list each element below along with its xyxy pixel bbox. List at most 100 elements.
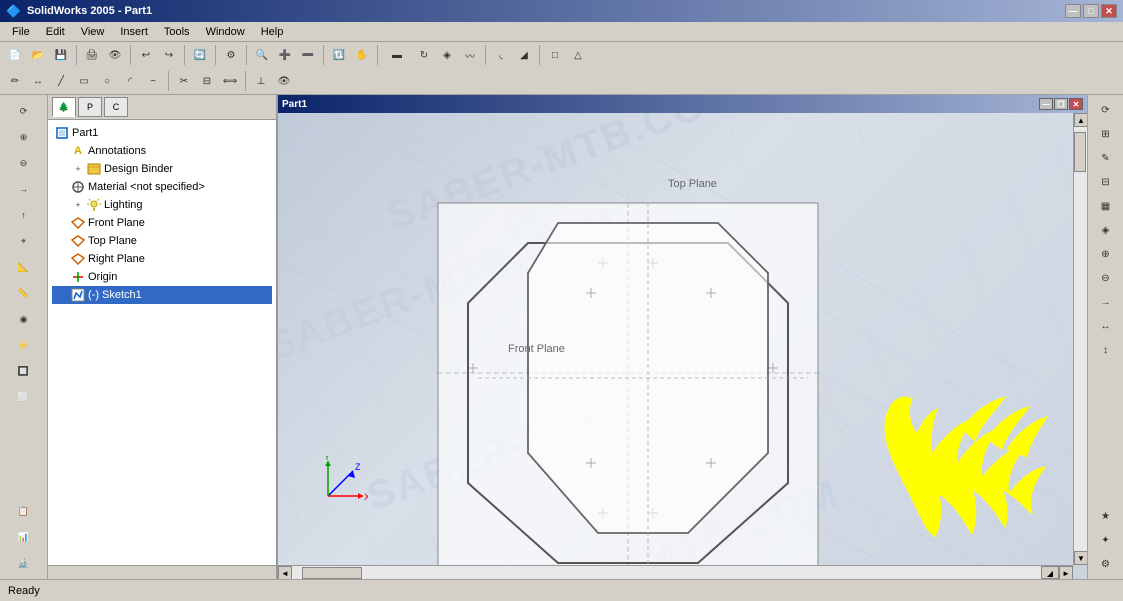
sidebar-btn-4[interactable]: →: [6, 177, 42, 201]
right-tb-2[interactable]: ⊞: [1095, 123, 1117, 145]
right-tb-6[interactable]: ◈: [1095, 219, 1117, 241]
canvas-area[interactable]: SABER-MTB.COM SABER-MTB.COM SABER-MTB.CO…: [278, 113, 1087, 579]
maximize-button[interactable]: □: [1083, 4, 1099, 18]
zoom-fit-button[interactable]: 🔍: [251, 44, 273, 66]
sidebar-btn-13[interactable]: 📋: [6, 499, 42, 523]
sweep-button[interactable]: 〰: [459, 44, 481, 66]
sidebar-btn-9[interactable]: ◉: [6, 307, 42, 331]
tree-item-part1[interactable]: Part1: [52, 124, 272, 142]
doc-minimize-button[interactable]: —: [1039, 98, 1053, 110]
loft-button[interactable]: ◈: [436, 44, 458, 66]
right-tb-12[interactable]: ★: [1095, 505, 1117, 527]
doc-restore-button[interactable]: ❐: [1054, 98, 1068, 110]
sidebar-btn-7[interactable]: 📐: [6, 255, 42, 279]
extrude-button[interactable]: ▬: [382, 44, 412, 66]
sidebar-btn-5[interactable]: ↑: [6, 203, 42, 227]
tab-config-manager[interactable]: C: [104, 97, 128, 117]
tree-item-material[interactable]: Material <not specified>: [52, 178, 272, 196]
rebuild-button[interactable]: 🔄: [189, 44, 211, 66]
scroll-down-button[interactable]: ▼: [1074, 551, 1087, 565]
display-button[interactable]: 👁: [273, 70, 295, 92]
scroll-up-button[interactable]: ▲: [1074, 113, 1087, 127]
scroll-left-button[interactable]: ◄: [278, 566, 292, 579]
tree-item-front-plane[interactable]: Front Plane: [52, 214, 272, 232]
right-tb-3[interactable]: ✎: [1095, 147, 1117, 169]
sidebar-btn-2[interactable]: ⊕: [6, 125, 42, 149]
sep2: [130, 45, 131, 65]
sidebar-btn-14[interactable]: 📊: [6, 525, 42, 549]
zoom-in-button[interactable]: ➕: [274, 44, 296, 66]
sep11: [245, 71, 246, 91]
menu-window[interactable]: Window: [198, 24, 253, 40]
print-button[interactable]: 🖨: [81, 44, 103, 66]
right-tb-7[interactable]: ⊕: [1095, 243, 1117, 265]
tab-feature-manager[interactable]: 🌲: [52, 97, 76, 117]
sidebar-btn-11[interactable]: 🔲: [6, 359, 42, 383]
scroll-thumb-v[interactable]: [1074, 132, 1086, 172]
tree-item-annotations[interactable]: A Annotations: [52, 142, 272, 160]
sidebar-btn-12[interactable]: ⬜: [6, 385, 42, 409]
menu-help[interactable]: Help: [253, 24, 292, 40]
fillet-button[interactable]: ◟: [490, 44, 512, 66]
scrollbar-vertical[interactable]: ▲ ▼: [1073, 113, 1087, 565]
tree-item-sketch1[interactable]: (-) Sketch1: [52, 286, 272, 304]
redo-button[interactable]: ↪: [158, 44, 180, 66]
pan-button[interactable]: ✋: [351, 44, 373, 66]
menu-file[interactable]: File: [4, 24, 38, 40]
right-tb-9[interactable]: →: [1095, 291, 1117, 313]
scroll-right-button[interactable]: ►: [1059, 566, 1073, 579]
arc-button[interactable]: ◜: [119, 70, 141, 92]
rotate-button[interactable]: 🔃: [328, 44, 350, 66]
sidebar-btn-1[interactable]: ⟳: [6, 99, 42, 123]
sidebar-btn-6[interactable]: ⌖: [6, 229, 42, 253]
open-button[interactable]: 📂: [27, 44, 49, 66]
chamfer-button[interactable]: ◢: [513, 44, 535, 66]
save-button[interactable]: 💾: [50, 44, 72, 66]
sidebar-btn-3[interactable]: ⊖: [6, 151, 42, 175]
tree-item-origin[interactable]: Origin: [52, 268, 272, 286]
zoom-out-button[interactable]: ➖: [297, 44, 319, 66]
right-tb-4[interactable]: ⊟: [1095, 171, 1117, 193]
minimize-button[interactable]: —: [1065, 4, 1081, 18]
right-tb-8[interactable]: ⊖: [1095, 267, 1117, 289]
right-tb-10[interactable]: ↔: [1095, 315, 1117, 337]
tree-item-design-binder[interactable]: + Design Binder: [52, 160, 272, 178]
tab-property-manager[interactable]: P: [78, 97, 102, 117]
revolve-button[interactable]: ↻: [413, 44, 435, 66]
spline-button[interactable]: ~: [142, 70, 164, 92]
undo-button[interactable]: ↩: [135, 44, 157, 66]
circle-button[interactable]: ○: [96, 70, 118, 92]
sidebar-btn-10[interactable]: ⚡: [6, 333, 42, 357]
options-button[interactable]: ⚙: [220, 44, 242, 66]
shell-button[interactable]: □: [544, 44, 566, 66]
right-tb-14[interactable]: ⚙: [1095, 553, 1117, 575]
close-button[interactable]: ✕: [1101, 4, 1117, 18]
sidebar-btn-15[interactable]: 🔬: [6, 551, 42, 575]
relations-button[interactable]: ⊥: [250, 70, 272, 92]
sketch-button[interactable]: ✏: [4, 70, 26, 92]
scrollbar-horizontal[interactable]: ◄ ◢ ►: [278, 565, 1073, 579]
tree-item-right-plane[interactable]: Right Plane: [52, 250, 272, 268]
menu-insert[interactable]: Insert: [112, 24, 156, 40]
rect-button[interactable]: ▭: [73, 70, 95, 92]
line-button[interactable]: ╱: [50, 70, 72, 92]
right-tb-11[interactable]: ↕: [1095, 339, 1117, 361]
right-tb-13[interactable]: ✦: [1095, 529, 1117, 551]
smart-dim-button[interactable]: ↔: [27, 70, 49, 92]
scroll-thumb-h[interactable]: [302, 567, 362, 579]
doc-close-button[interactable]: ✕: [1069, 98, 1083, 110]
tree-item-top-plane[interactable]: Top Plane: [52, 232, 272, 250]
preview-button[interactable]: 👁: [104, 44, 126, 66]
menu-edit[interactable]: Edit: [38, 24, 73, 40]
menu-tools[interactable]: Tools: [156, 24, 198, 40]
menu-view[interactable]: View: [73, 24, 113, 40]
mirror-button[interactable]: ⟺: [219, 70, 241, 92]
draft-button[interactable]: △: [567, 44, 589, 66]
tree-item-lighting[interactable]: + Lighting: [52, 196, 272, 214]
sidebar-btn-8[interactable]: 📏: [6, 281, 42, 305]
offset-button[interactable]: ⊟: [196, 70, 218, 92]
right-tb-5[interactable]: ▦: [1095, 195, 1117, 217]
new-button[interactable]: 📄: [4, 44, 26, 66]
right-tb-1[interactable]: ⟳: [1095, 99, 1117, 121]
trim-button[interactable]: ✂: [173, 70, 195, 92]
